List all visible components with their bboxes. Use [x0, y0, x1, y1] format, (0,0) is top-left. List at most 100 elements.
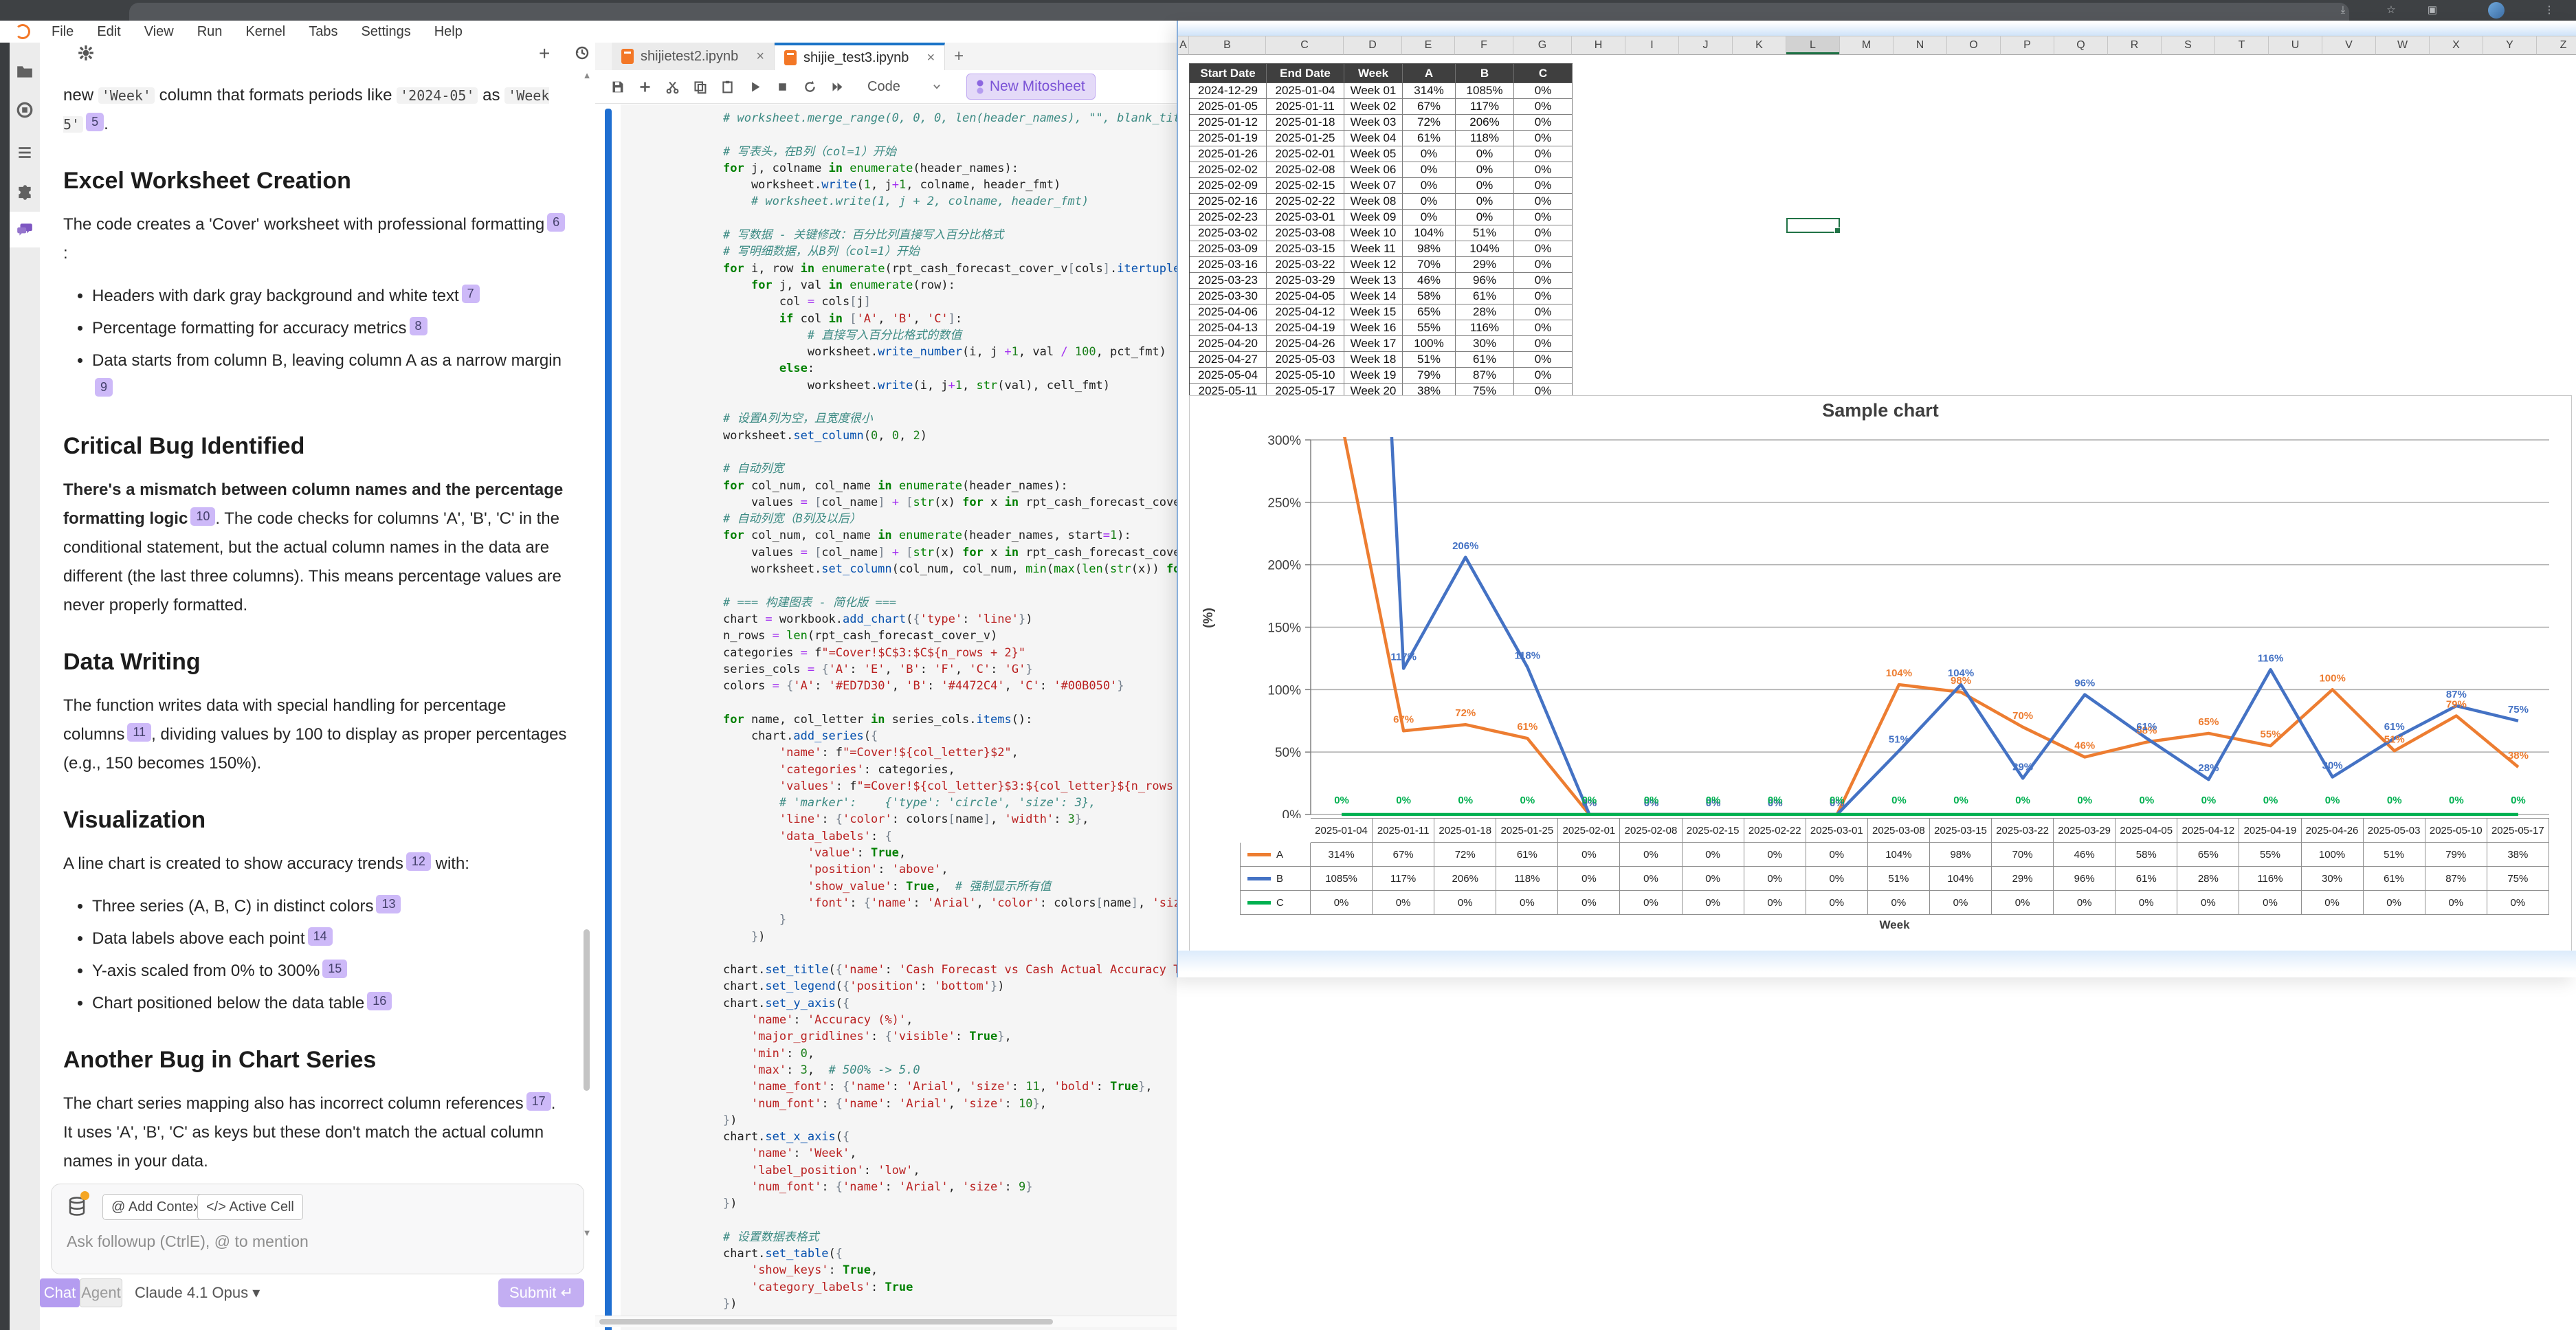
code-line[interactable]	[723, 444, 1177, 461]
sidebar-item-running-kernels[interactable]	[10, 92, 40, 128]
citation-badge[interactable]: 6	[547, 213, 565, 232]
citation-badge[interactable]: 7	[462, 285, 480, 303]
column-header-Q[interactable]: Q	[2054, 36, 2108, 55]
close-icon[interactable]: ×	[926, 50, 935, 66]
code-line[interactable]: worksheet.write(i, j+1, str(val), cell_f…	[723, 377, 1177, 394]
sheet-cell[interactable]: 206%	[1456, 115, 1514, 131]
code-line[interactable]: # 直接写入百分比格式的数值	[723, 327, 1177, 344]
stop-kernel-button[interactable]	[768, 73, 796, 100]
citation-badge[interactable]: 14	[308, 927, 333, 946]
code-line[interactable]: 'num_font': {'name': 'Arial', 'size': 9}	[723, 1179, 1177, 1195]
download-icon[interactable]: ⤓	[2337, 5, 2349, 16]
sidebar-item-table-of-contents[interactable]	[10, 135, 40, 170]
sheet-cell[interactable]: Week 03	[1344, 115, 1403, 131]
notebook-horizontal-scrollbar[interactable]	[595, 1316, 1177, 1327]
sheet-cell[interactable]: 118%	[1456, 131, 1514, 146]
citation-badge[interactable]: 16	[367, 992, 392, 1010]
sheet-cell[interactable]: 2025-01-05	[1190, 99, 1267, 115]
sheet-cell[interactable]: 30%	[1456, 336, 1514, 352]
sheet-cell[interactable]: 2025-04-26	[1267, 336, 1344, 352]
code-line[interactable]: 'categories': categories,	[723, 762, 1177, 778]
column-header-V[interactable]: V	[2322, 36, 2376, 55]
paste-cell-button[interactable]	[713, 73, 741, 100]
sheet-cell[interactable]: 0%	[1514, 178, 1573, 194]
code-line[interactable]	[723, 945, 1177, 962]
code-line[interactable]: # 'marker': {'type': 'circle', 'size': 3…	[723, 795, 1177, 811]
code-line[interactable]: series_cols = {'A': 'E', 'B': 'F', 'C': …	[723, 661, 1177, 678]
sheet-cell[interactable]: 28%	[1456, 304, 1514, 320]
sheet-cell[interactable]: 2025-01-04	[1267, 83, 1344, 99]
sheet-cell[interactable]: 2025-05-03	[1267, 352, 1344, 368]
sheet-cell[interactable]: 0%	[1456, 194, 1514, 210]
sheet-cell[interactable]: 55%	[1403, 320, 1456, 336]
sheet-cell[interactable]: 87%	[1456, 368, 1514, 384]
sheet-cell[interactable]: 2025-03-29	[1267, 273, 1344, 289]
sheet-cell[interactable]: Week 18	[1344, 352, 1403, 368]
code-line[interactable]: values = [col_name] + [str(x) for x in r…	[723, 494, 1177, 511]
sheet-cell[interactable]: Week 17	[1344, 336, 1403, 352]
column-header-F[interactable]: F	[1455, 36, 1513, 55]
sheet-cell[interactable]: 2025-04-13	[1190, 320, 1267, 336]
scrollbar-thumb[interactable]	[584, 929, 590, 1091]
code-line[interactable]: 'min': 0,	[723, 1045, 1177, 1062]
code-line[interactable]: 'name': 'Week',	[723, 1145, 1177, 1162]
code-line[interactable]: for i, row in enumerate(rpt_cash_forecas…	[723, 261, 1177, 277]
restart-run-all-button[interactable]	[823, 73, 851, 100]
code-line[interactable]: else:	[723, 360, 1177, 377]
chat-scrollbar[interactable]: ▲ ▼	[581, 70, 592, 1239]
save-button[interactable]	[603, 73, 631, 100]
kebab-menu-icon[interactable]: ⋮	[2543, 5, 2555, 16]
sheet-cell[interactable]: 2025-02-15	[1267, 178, 1344, 194]
sheet-cell[interactable]: 61%	[1403, 131, 1456, 146]
column-header-X[interactable]: X	[2430, 36, 2483, 55]
column-header-Z[interactable]: Z	[2537, 36, 2576, 55]
sheet-cell[interactable]: 58%	[1403, 289, 1456, 304]
gear-icon[interactable]	[77, 44, 95, 62]
sheet-cell[interactable]: 2025-01-19	[1190, 131, 1267, 146]
extension-icon[interactable]: ▣	[2426, 5, 2439, 16]
menu-item-tabs[interactable]: Tabs	[297, 24, 349, 40]
sheet-cell[interactable]: 116%	[1456, 320, 1514, 336]
citation-badge[interactable]: 10	[190, 507, 215, 526]
column-header-K[interactable]: K	[1733, 36, 1786, 55]
sheet-cell[interactable]: 0%	[1514, 131, 1573, 146]
code-line[interactable]: # 设置A列为空，且宽度很小	[723, 410, 1177, 427]
column-header-Y[interactable]: Y	[2483, 36, 2537, 55]
sheet-cell[interactable]: 0%	[1403, 194, 1456, 210]
sheet-cell[interactable]: 51%	[1403, 352, 1456, 368]
code-line[interactable]: 'category_labels': True	[723, 1279, 1177, 1296]
code-line[interactable]: # worksheet.merge_range(0, 0, 0, len(hea…	[723, 110, 1177, 126]
citation-badge[interactable]: 12	[406, 852, 431, 871]
code-line[interactable]: chart.set_legend({'position': 'bottom'})	[723, 978, 1177, 995]
code-line[interactable]: chart.set_x_axis({	[723, 1129, 1177, 1145]
sheet-cell[interactable]: 96%	[1456, 273, 1514, 289]
sheet-cell[interactable]: 2025-01-12	[1190, 115, 1267, 131]
menu-item-kernel[interactable]: Kernel	[234, 24, 297, 40]
code-line[interactable]: # 自动列宽（B列及以后）	[723, 511, 1177, 527]
code-line[interactable]: worksheet.write(1, j+1, colname, header_…	[723, 177, 1177, 193]
scrollbar-thumb[interactable]	[599, 1319, 1053, 1325]
sheet-cell[interactable]: 0%	[1514, 257, 1573, 273]
sheet-cell[interactable]: 0%	[1514, 83, 1573, 99]
sheet-cell[interactable]: 104%	[1403, 225, 1456, 241]
sheet-cell[interactable]: Week 08	[1344, 194, 1403, 210]
code-line[interactable]: # 写明细数据，从B列（col=1）开始	[723, 243, 1177, 260]
sheet-cell[interactable]: 2025-03-01	[1267, 210, 1344, 225]
history-icon[interactable]	[573, 45, 590, 61]
chat-input-placeholder[interactable]: Ask followup (CtrlE), @ to mention	[67, 1232, 309, 1251]
sheet-cell[interactable]: 2025-02-01	[1267, 146, 1344, 162]
new-chat-icon[interactable]: +	[539, 43, 550, 65]
tab-shijietest2.ipynb[interactable]: shijietest2.ipynb×	[612, 43, 775, 70]
menu-item-help[interactable]: Help	[423, 24, 474, 40]
code-line[interactable]: })	[723, 1296, 1177, 1312]
citation-badge[interactable]: 13	[376, 895, 401, 913]
code-line[interactable]: chart.add_series({	[723, 728, 1177, 744]
column-header-M[interactable]: M	[1840, 36, 1894, 55]
sheet-cell[interactable]: Week 12	[1344, 257, 1403, 273]
sheet-cell[interactable]: Week 07	[1344, 178, 1403, 194]
code-line[interactable]: for col_num, col_name in enumerate(heade…	[723, 527, 1177, 544]
sheet-cell[interactable]: Week 15	[1344, 304, 1403, 320]
sheet-cell[interactable]: 2025-04-06	[1190, 304, 1267, 320]
code-line[interactable]: for name, col_letter in series_cols.item…	[723, 711, 1177, 728]
column-header-J[interactable]: J	[1679, 36, 1733, 55]
